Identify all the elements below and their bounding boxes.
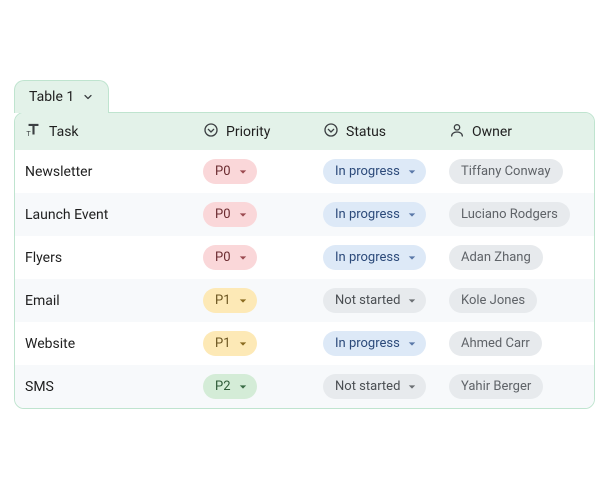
priority-value: P0 — [215, 164, 231, 179]
status-value: In progress — [335, 164, 400, 179]
owner-pill[interactable]: Ahmed Carr — [449, 331, 542, 356]
status-cell: In progress — [323, 245, 449, 270]
priority-value: P1 — [215, 293, 231, 308]
owner-name: Kole Jones — [461, 293, 525, 308]
status-value: In progress — [335, 207, 400, 222]
priority-cell: P0 — [203, 202, 323, 227]
table-header: T Task Priority Status Owner — [15, 113, 594, 150]
table-row: Email P1 Not started Kole Jones — [15, 279, 594, 322]
owner-pill[interactable]: Tiffany Conway — [449, 159, 563, 184]
table: T Task Priority Status Owner Newsletter P… — [14, 112, 595, 409]
owner-pill[interactable]: Adan Zhang — [449, 245, 543, 270]
status-pill[interactable]: Not started — [323, 374, 426, 399]
task-cell[interactable]: Launch Event — [25, 207, 203, 223]
priority-pill[interactable]: P0 — [203, 159, 257, 184]
owner-pill[interactable]: Kole Jones — [449, 288, 537, 313]
table-row: SMS P2 Not started Yahir Berger — [15, 365, 594, 408]
owner-name: Yahir Berger — [461, 379, 531, 394]
status-value: Not started — [335, 379, 400, 394]
caret-down-icon — [239, 383, 247, 391]
task-cell[interactable]: SMS — [25, 379, 203, 395]
caret-down-icon — [408, 383, 416, 391]
priority-pill[interactable]: P0 — [203, 245, 257, 270]
priority-pill[interactable]: P1 — [203, 288, 257, 313]
task-cell[interactable]: Flyers — [25, 250, 203, 266]
person-icon — [449, 122, 465, 142]
status-pill[interactable]: In progress — [323, 202, 426, 227]
status-pill[interactable]: In progress — [323, 245, 426, 270]
status-pill[interactable]: In progress — [323, 159, 426, 184]
caret-down-icon — [408, 340, 416, 348]
column-header-task[interactable]: T Task — [25, 121, 203, 142]
dropdown-circle-icon — [203, 122, 219, 142]
task-cell[interactable]: Email — [25, 293, 203, 309]
caret-down-icon — [239, 168, 247, 176]
column-header-owner[interactable]: Owner — [449, 122, 584, 142]
owner-pill[interactable]: Luciano Rodgers — [449, 202, 570, 227]
tab-table1[interactable]: Table 1 — [14, 80, 109, 113]
table-row: Flyers P0 In progress Adan Zhang — [15, 236, 594, 279]
table-row: Launch Event P0 In progress Luciano Rodgers — [15, 193, 594, 236]
column-header-status[interactable]: Status — [323, 122, 449, 142]
owner-name: Adan Zhang — [461, 250, 531, 265]
tab-label: Table 1 — [29, 89, 74, 105]
priority-value: P0 — [215, 207, 231, 222]
table-row: Website P1 In progress Ahmed Carr — [15, 322, 594, 365]
status-cell: In progress — [323, 202, 449, 227]
priority-pill[interactable]: P0 — [203, 202, 257, 227]
caret-down-icon — [408, 254, 416, 262]
owner-cell: Luciano Rodgers — [449, 202, 584, 227]
owner-cell: Tiffany Conway — [449, 159, 584, 184]
caret-down-icon — [239, 297, 247, 305]
text-format-icon: T — [25, 121, 42, 142]
priority-pill[interactable]: P1 — [203, 331, 257, 356]
priority-cell: P1 — [203, 331, 323, 356]
status-value: In progress — [335, 250, 400, 265]
status-cell: In progress — [323, 331, 449, 356]
task-cell[interactable]: Newsletter — [25, 164, 203, 180]
status-value: In progress — [335, 336, 400, 351]
column-label: Priority — [226, 124, 270, 140]
owner-cell: Adan Zhang — [449, 245, 584, 270]
caret-down-icon — [239, 340, 247, 348]
column-label: Task — [49, 124, 79, 140]
priority-value: P1 — [215, 336, 231, 351]
dropdown-circle-icon — [323, 122, 339, 142]
owner-name: Ahmed Carr — [461, 336, 530, 351]
priority-cell: P1 — [203, 288, 323, 313]
status-value: Not started — [335, 293, 400, 308]
priority-value: P2 — [215, 379, 231, 394]
task-cell[interactable]: Website — [25, 336, 203, 352]
caret-down-icon — [239, 254, 247, 262]
chevron-down-icon — [82, 91, 94, 103]
caret-down-icon — [408, 297, 416, 305]
svg-text:T: T — [26, 130, 31, 138]
table-row: Newsletter P0 In progress Tiffany Conway — [15, 150, 594, 193]
table-body: Newsletter P0 In progress Tiffany Conway Lau… — [15, 150, 594, 408]
column-label: Status — [346, 124, 386, 140]
column-header-priority[interactable]: Priority — [203, 122, 323, 142]
status-pill[interactable]: In progress — [323, 331, 426, 356]
owner-cell: Ahmed Carr — [449, 331, 584, 356]
status-cell: In progress — [323, 159, 449, 184]
priority-value: P0 — [215, 250, 231, 265]
status-pill[interactable]: Not started — [323, 288, 426, 313]
priority-cell: P0 — [203, 159, 323, 184]
owner-name: Luciano Rodgers — [461, 207, 558, 222]
priority-cell: P2 — [203, 374, 323, 399]
owner-name: Tiffany Conway — [461, 164, 551, 179]
owner-cell: Kole Jones — [449, 288, 584, 313]
caret-down-icon — [408, 211, 416, 219]
priority-cell: P0 — [203, 245, 323, 270]
status-cell: Not started — [323, 374, 449, 399]
caret-down-icon — [239, 211, 247, 219]
owner-cell: Yahir Berger — [449, 374, 584, 399]
owner-pill[interactable]: Yahir Berger — [449, 374, 543, 399]
priority-pill[interactable]: P2 — [203, 374, 257, 399]
status-cell: Not started — [323, 288, 449, 313]
column-label: Owner — [472, 124, 512, 140]
caret-down-icon — [408, 168, 416, 176]
